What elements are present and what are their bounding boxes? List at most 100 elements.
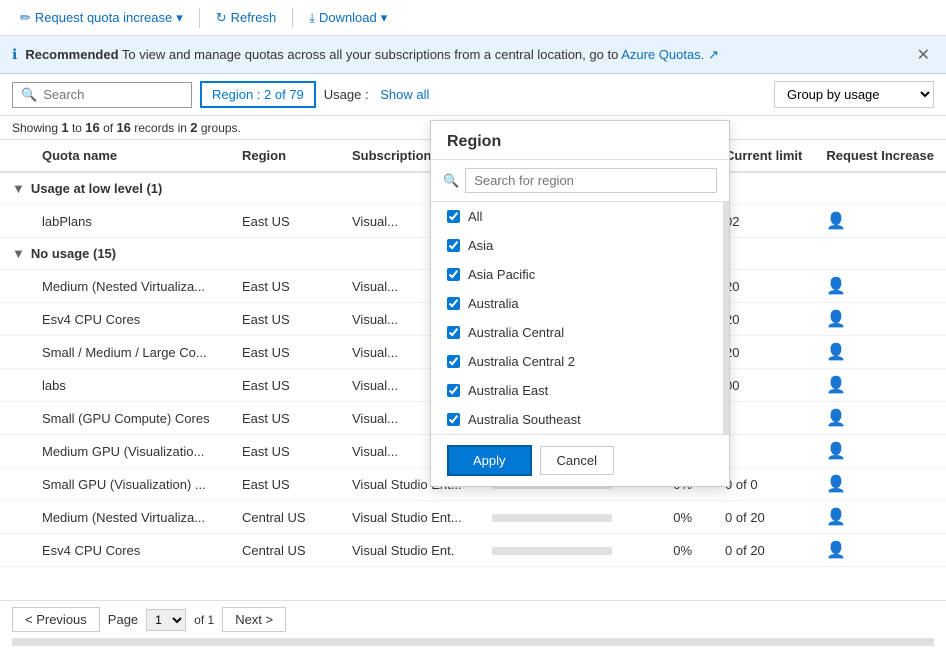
- request-icon[interactable]: 👤: [826, 213, 846, 230]
- download-button[interactable]: ⤓ Download ▾: [301, 6, 395, 30]
- download-icon: ⤓: [309, 10, 315, 26]
- region-label: Australia: [468, 296, 519, 311]
- row-region: Central US: [230, 501, 340, 534]
- request-icon[interactable]: 👤: [826, 377, 846, 394]
- row-usage-pct: 0%: [661, 534, 713, 567]
- region-label: Australia East: [468, 383, 548, 398]
- expand-icon[interactable]: ▼: [12, 246, 25, 261]
- row-region: Central US: [230, 534, 340, 567]
- row-expand: [0, 534, 30, 567]
- request-icon[interactable]: 👤: [826, 509, 846, 526]
- row-request[interactable]: 👤: [814, 205, 946, 238]
- request-icon[interactable]: 👤: [826, 278, 846, 295]
- region-list: All Asia Asia Pacific Australia Australia Ce…: [431, 202, 729, 434]
- request-icon[interactable]: 👤: [826, 311, 846, 328]
- azure-quotas-link[interactable]: Azure Quotas. ↗: [621, 47, 719, 62]
- region-checkbox[interactable]: [447, 210, 460, 223]
- row-region: East US: [230, 303, 340, 336]
- region-label: Asia Pacific: [468, 267, 535, 282]
- region-checkbox[interactable]: [447, 384, 460, 397]
- row-current: 0 of 20: [713, 534, 814, 567]
- region-item[interactable]: Asia: [431, 231, 729, 260]
- col-request-header[interactable]: Request Increase: [814, 140, 946, 172]
- request-icon[interactable]: 👤: [826, 410, 846, 427]
- previous-button[interactable]: < Previous: [12, 607, 100, 632]
- row-request[interactable]: 👤: [814, 501, 946, 534]
- refresh-icon: ↻: [216, 10, 227, 26]
- row-request[interactable]: 👤: [814, 468, 946, 501]
- row-request[interactable]: 👤: [814, 534, 946, 567]
- region-checkbox[interactable]: [447, 239, 460, 252]
- row-quota: labPlans: [30, 205, 230, 238]
- expand-icon[interactable]: ▼: [12, 181, 25, 196]
- request-icon[interactable]: 👤: [826, 443, 846, 460]
- toolbar-divider: [199, 8, 200, 28]
- refresh-button[interactable]: ↻ Refresh: [208, 6, 284, 30]
- region-item[interactable]: Australia East: [431, 376, 729, 405]
- row-usage-bar: [480, 501, 661, 534]
- region-item[interactable]: Australia Central: [431, 318, 729, 347]
- toolbar: ✏ Request quota increase ▾ ↻ Refresh ⤓ D…: [0, 0, 946, 36]
- region-scrollbar[interactable]: [723, 202, 729, 434]
- chevron-down-icon: ▾: [176, 10, 183, 26]
- info-icon: ℹ: [12, 46, 17, 63]
- region-dropdown-title: Region: [431, 121, 729, 160]
- row-expand: [0, 468, 30, 501]
- row-request[interactable]: 👤: [814, 369, 946, 402]
- row-current: 0 of 20: [713, 501, 814, 534]
- region-label: Asia: [468, 238, 493, 253]
- col-quota-header[interactable]: Quota name: [30, 140, 230, 172]
- search-input[interactable]: [43, 87, 183, 102]
- info-bar: ℹ Recommended To view and manage quotas …: [0, 36, 946, 74]
- row-request[interactable]: 👤: [814, 336, 946, 369]
- region-label: Australia Central: [468, 325, 564, 340]
- region-dropdown: Region 🔍 All Asia Asia Pacific Australia Aus…: [430, 120, 730, 487]
- row-region: East US: [230, 205, 340, 238]
- chevron-down-icon-2: ▾: [381, 10, 388, 26]
- page-label: Page: [108, 612, 138, 627]
- row-region: East US: [230, 270, 340, 303]
- group-select: Group by usage: [774, 81, 934, 108]
- toolbar-divider-2: [292, 8, 293, 28]
- row-region: East US: [230, 336, 340, 369]
- row-request[interactable]: 👤: [814, 270, 946, 303]
- region-filter-button[interactable]: Region : 2 of 79: [200, 81, 316, 108]
- horizontal-scrollbar[interactable]: [12, 638, 934, 646]
- region-search: 🔍: [431, 160, 729, 202]
- search-icon: 🔍: [21, 87, 37, 103]
- region-item[interactable]: Australia Central 2: [431, 347, 729, 376]
- region-checkbox[interactable]: [447, 297, 460, 310]
- region-checkbox[interactable]: [447, 326, 460, 339]
- quota-increase-button[interactable]: ✏ Request quota increase ▾: [12, 6, 191, 30]
- region-item[interactable]: Asia Pacific: [431, 260, 729, 289]
- row-request[interactable]: 👤: [814, 402, 946, 435]
- region-search-input[interactable]: [465, 168, 717, 193]
- page-select[interactable]: 1: [146, 609, 186, 631]
- cancel-button[interactable]: Cancel: [540, 446, 614, 475]
- quota-icon: ✏: [20, 10, 31, 26]
- row-quota: Esv4 CPU Cores: [30, 303, 230, 336]
- apply-button[interactable]: Apply: [447, 445, 532, 476]
- region-item[interactable]: All: [431, 202, 729, 231]
- request-icon[interactable]: 👤: [826, 476, 846, 493]
- region-item[interactable]: Australia Southeast: [431, 405, 729, 434]
- row-usage-pct: 0%: [661, 501, 713, 534]
- row-expand: [0, 336, 30, 369]
- usage-show-all-link[interactable]: Show all: [380, 87, 429, 102]
- info-text: Recommended To view and manage quotas ac…: [25, 47, 904, 63]
- row-expand: [0, 303, 30, 336]
- request-icon[interactable]: 👤: [826, 344, 846, 361]
- region-checkbox[interactable]: [447, 268, 460, 281]
- table-row: Esv4 CPU Cores Central US Visual Studio …: [0, 534, 946, 567]
- info-close-button[interactable]: ✕: [913, 45, 934, 65]
- region-item[interactable]: Australia: [431, 289, 729, 318]
- group-by-select[interactable]: Group by usage: [774, 81, 934, 108]
- row-request[interactable]: 👤: [814, 303, 946, 336]
- region-checkbox[interactable]: [447, 355, 460, 368]
- row-request[interactable]: 👤: [814, 435, 946, 468]
- usage-filter: Usage : Show all: [324, 87, 430, 102]
- col-region-header[interactable]: Region: [230, 140, 340, 172]
- region-checkbox[interactable]: [447, 413, 460, 426]
- next-button[interactable]: Next >: [222, 607, 286, 632]
- request-icon[interactable]: 👤: [826, 542, 846, 559]
